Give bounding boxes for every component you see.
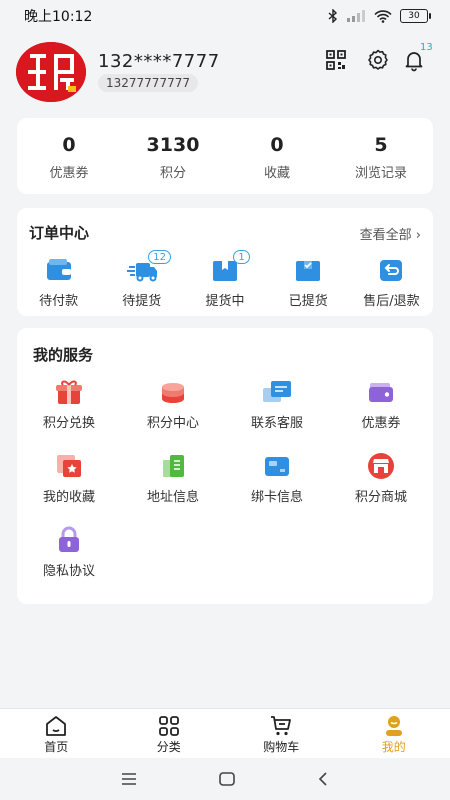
stat-label: 优惠券 [49,166,89,181]
tab-category[interactable]: 分类 [113,709,226,759]
order-label: 待付款 [39,294,79,309]
order-center-title: 订单中心 [29,224,90,242]
address-icon [163,455,184,477]
coupon-icon [369,383,393,402]
order-center-card: 订单中心 查看全部 › 待付款 12 待提货 1 提货中 已提货 售后/退款 [17,208,433,316]
lock-icon [59,526,79,552]
service-coupons[interactable]: 优惠券 [329,378,433,452]
wallet-icon [46,259,71,280]
service-label: 联系客服 [250,416,303,431]
logo-icon [16,42,86,102]
chat-icon [263,381,291,402]
phone-badge: 13277777777 [98,74,198,92]
my-services-title: 我的服务 [33,346,94,364]
service-label: 地址信息 [146,490,199,505]
stat-history[interactable]: 5 浏览记录 [329,118,433,194]
stat-label: 收藏 [263,166,290,181]
order-after-sales[interactable]: 售后/退款 [350,256,433,309]
stat-value: 0 [62,134,76,156]
user-icon [385,716,402,736]
coins-icon [162,383,184,403]
view-all-orders-link[interactable]: 查看全部 › [360,224,421,243]
avatar[interactable] [16,42,86,102]
service-points-center[interactable]: 积分中心 [121,378,225,452]
view-all-label: 查看全部 [359,228,412,243]
username: 132****7777 [98,51,220,72]
qrcode-icon[interactable] [324,48,348,72]
favorite-icon [57,455,81,477]
service-contact-support[interactable]: 联系客服 [225,378,329,452]
home-icon [46,716,67,736]
stats-card: 0 优惠券 3130 积分 0 收藏 5 浏览记录 [17,118,433,194]
stat-label: 浏览记录 [354,166,407,181]
tab-label: 首页 [44,740,69,754]
stat-favorites[interactable]: 0 收藏 [225,118,329,194]
order-awaiting-pickup[interactable]: 12 待提货 [100,250,183,309]
service-bank-card-info[interactable]: 绑卡信息 [225,452,329,526]
return-icon [380,260,403,281]
tab-label: 购物车 [263,740,300,754]
bluetooth-icon [328,9,338,23]
my-services-card: 我的服务 积分兑换 积分中心 联系客服 优惠券 我的收藏 地址信息 绑卡信息 积… [17,328,433,604]
home-square-icon[interactable] [218,771,236,787]
service-address-info[interactable]: 地址信息 [121,452,225,526]
tab-cart[interactable]: 购物车 [225,709,338,759]
service-privacy-policy[interactable]: 隐私协议 [17,526,121,600]
order-label: 提货中 [205,294,245,309]
tab-label: 我的 [381,740,406,754]
menu-icon[interactable] [120,772,138,786]
order-pending-payment[interactable]: 待付款 [17,256,100,309]
bottom-tab-bar: 首页 分类 购物车 我的 [0,708,450,759]
box-done-icon [296,261,321,281]
profile-header: 132****7777 13277777777 13 [16,42,434,104]
service-label: 积分兑换 [42,416,95,431]
stat-label: 积分 [159,166,186,181]
notification-badge: 13 [420,42,433,53]
order-picking-up[interactable]: 1 提货中 [183,250,266,309]
chevron-right-icon: › [415,228,421,243]
cart-icon [271,716,292,736]
service-my-favorites[interactable]: 我的收藏 [17,452,121,526]
gift-icon [56,380,82,404]
grid-icon [158,716,179,736]
tab-label: 分类 [156,740,181,754]
signal-icon [347,10,365,22]
order-label: 待提货 [122,294,162,309]
service-label: 优惠券 [361,416,401,431]
tab-home[interactable]: 首页 [0,709,113,759]
back-icon[interactable] [316,771,330,787]
order-picked-up[interactable]: 已提货 [267,256,350,309]
status-time: 晚上10:12 [24,9,93,25]
service-label: 隐私协议 [42,564,95,579]
stat-value: 0 [270,134,284,156]
settings-icon[interactable] [366,48,390,72]
stat-coupons[interactable]: 0 优惠券 [17,118,121,194]
count-badge: 1 [233,250,250,264]
service-label: 积分商城 [354,490,407,505]
count-badge: 12 [148,250,171,264]
store-icon [368,453,394,479]
stat-value: 3130 [146,134,200,156]
service-label: 绑卡信息 [250,490,303,505]
service-points-exchange[interactable]: 积分兑换 [17,378,121,452]
stat-value: 5 [374,134,388,156]
wifi-icon [374,9,392,23]
order-label: 已提货 [288,294,328,309]
service-points-mall[interactable]: 积分商城 [329,452,433,526]
service-label: 积分中心 [146,416,199,431]
service-label: 我的收藏 [42,490,95,505]
card-icon [265,457,289,476]
battery-icon: 30 [400,9,431,23]
system-nav-bar [0,758,450,800]
status-bar: 晚上10:12 30 [0,0,450,32]
tab-mine[interactable]: 我的 [338,709,450,759]
order-label: 售后/退款 [363,294,420,309]
stat-points[interactable]: 3130 积分 [121,118,225,194]
